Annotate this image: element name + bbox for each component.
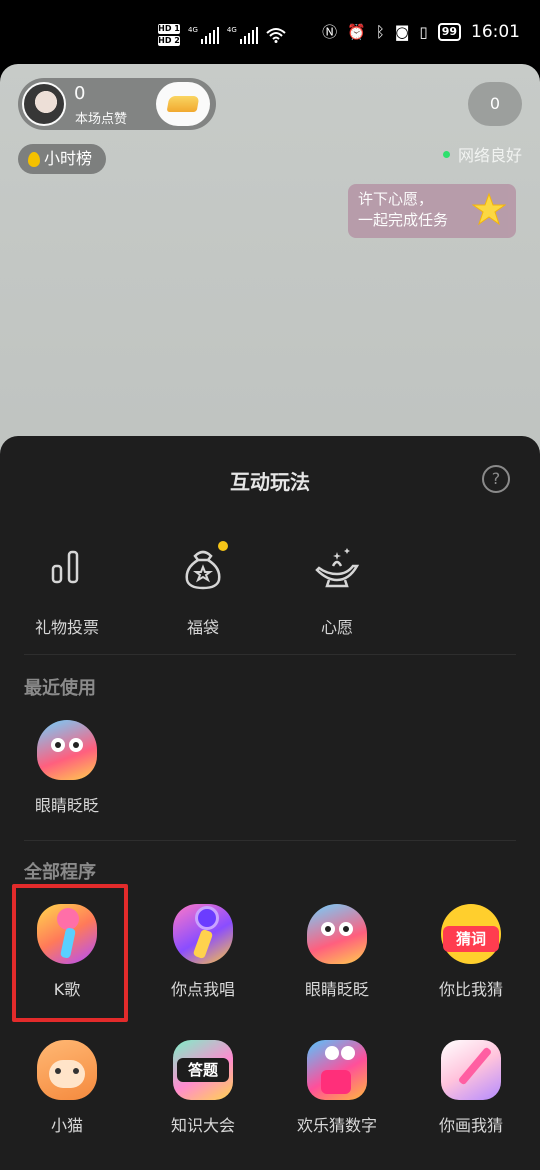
lucky-bag-button[interactable]: 福袋 xyxy=(138,540,268,638)
selection-highlight xyxy=(12,884,128,1022)
host-avatar[interactable] xyxy=(22,82,66,126)
signal-icon-1: 4G xyxy=(188,26,219,44)
app-label: 你画我猜 xyxy=(438,1116,503,1135)
magic-lamp-icon xyxy=(315,548,360,588)
divider xyxy=(24,840,516,841)
bar-chart-icon xyxy=(51,550,79,584)
host-likes-count: 0 xyxy=(74,83,86,104)
app-label: 欢乐猜数字 xyxy=(296,1116,377,1135)
draw-guess-icon xyxy=(441,1040,501,1100)
guess-word-icon: 猜词 xyxy=(441,904,501,964)
guess-word-sign: 猜词 xyxy=(443,926,499,952)
all-section-title: 全部程序 xyxy=(24,862,96,883)
help-icon[interactable]: ? xyxy=(482,465,510,493)
clock: 16:01 xyxy=(471,22,520,42)
app-guess-number[interactable]: 欢乐猜数字 xyxy=(270,1040,404,1136)
camera-icon: ◙ xyxy=(394,23,410,41)
app-label: 眼睛眨眨 xyxy=(34,796,99,815)
app-blink-eyes[interactable]: 眼睛眨眨 xyxy=(270,904,404,1000)
app-label: 你点我唱 xyxy=(170,980,235,999)
interactive-play-sheet: 互动玩法 ? 礼物投票 福袋 心愿 最近使用 眼睛眨眨 全部程序 K歌 你点我唱… xyxy=(0,436,540,1170)
viewer-count[interactable]: 0 xyxy=(468,82,522,126)
quiz-sign: 答题 xyxy=(177,1058,229,1082)
wish-banner[interactable]: 许下心愿， 一起完成任务 xyxy=(348,184,516,238)
cat-icon xyxy=(37,1040,97,1100)
mic-galaxy-icon xyxy=(173,904,233,964)
app-label: 眼睛眨眨 xyxy=(304,980,369,999)
sheet-title: 互动玩法 xyxy=(230,470,310,494)
app-draw-guess[interactable]: 你画我猜 xyxy=(404,1040,538,1136)
app-cat[interactable]: 小猫 xyxy=(0,1040,134,1136)
network-dot-icon xyxy=(442,150,450,158)
hd2-badge: HD 2 xyxy=(158,36,180,46)
nfc-icon: Ⓝ xyxy=(322,23,338,41)
gift-vote-button[interactable]: 礼物投票 xyxy=(2,540,132,638)
app-label: 知识大会 xyxy=(170,1116,235,1135)
host-likes-label: 本场点赞 xyxy=(75,112,128,127)
quiz-icon: 答题 xyxy=(173,1040,233,1100)
vibrate-icon: ▯ xyxy=(419,23,428,41)
blink-eyes-icon xyxy=(37,720,97,780)
guess-number-icon xyxy=(307,1040,367,1100)
battery-icon: 99 xyxy=(437,23,461,41)
app-label: 小猫 xyxy=(50,1116,83,1135)
wish-label: 心愿 xyxy=(320,618,353,637)
app-label: 你比我猜 xyxy=(438,980,503,999)
hourly-rank-button[interactable]: 小时榜 xyxy=(18,144,107,174)
app-blink-eyes-recent[interactable]: 眼睛眨眨 xyxy=(0,720,134,816)
divider xyxy=(24,654,516,655)
gold-ingot-icon[interactable] xyxy=(156,82,210,126)
hd-indicator: HD 1 HD 2 xyxy=(158,24,180,46)
gift-vote-label: 礼物投票 xyxy=(34,618,99,637)
bluetooth-icon: ᛒ xyxy=(375,23,385,41)
lucky-bag-icon xyxy=(185,541,228,590)
hd1-badge: HD 1 xyxy=(158,24,180,34)
status-bar: HD 1 HD 2 4G 4G Ⓝ ⏰ ᛒ ◙ ▯ 99 16:01 xyxy=(0,0,540,64)
live-room-view: 0 本场点赞 0 小时榜 网络良好 许下心愿， 一起完成任务 xyxy=(0,64,540,484)
network-status-label: 网络良好 xyxy=(457,146,522,165)
wish-button[interactable]: 心愿 xyxy=(272,540,402,638)
signal-icon-2: 4G xyxy=(227,26,258,44)
flame-icon xyxy=(28,151,40,167)
app-quiz[interactable]: 答题 知识大会 xyxy=(136,1040,270,1136)
star-icon xyxy=(472,192,506,226)
alarm-icon: ⏰ xyxy=(347,23,366,41)
hourly-rank-label: 小时榜 xyxy=(44,149,93,168)
recent-section-title: 最近使用 xyxy=(24,678,96,699)
host-info-pill[interactable]: 0 本场点赞 xyxy=(18,78,216,130)
app-request-song[interactable]: 你点我唱 xyxy=(136,904,270,1000)
wifi-icon xyxy=(266,28,286,43)
network-status: 网络良好 xyxy=(442,142,522,166)
blink-eyes-icon xyxy=(307,904,367,964)
app-charades[interactable]: 猜词 你比我猜 xyxy=(404,904,538,1000)
lucky-bag-label: 福袋 xyxy=(186,618,219,637)
